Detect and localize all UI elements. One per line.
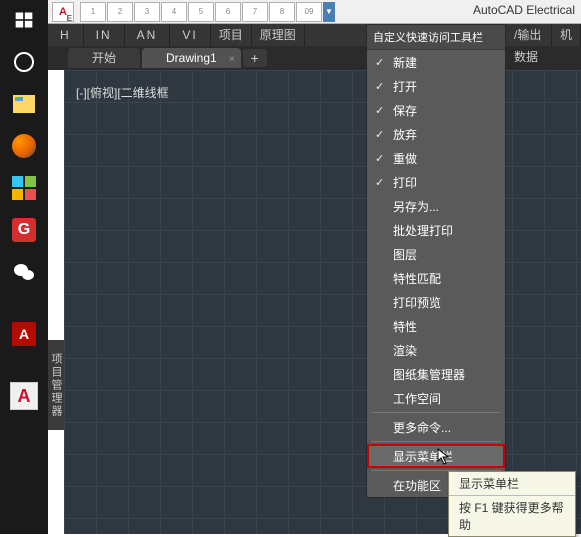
adobe-icon[interactable]: A [10,320,38,348]
tiles-icon[interactable] [10,174,38,202]
cortana-icon[interactable] [10,48,38,76]
ribbon-tab[interactable]: IN [84,24,125,46]
menu-item-matchprop[interactable]: 特性匹配 [367,266,505,290]
wechat-icon[interactable] [10,258,38,286]
ribbon-tabs-right: /输出数据 机 [506,24,581,46]
qat-button[interactable]: 5 [188,2,214,22]
qat-dropdown-icon[interactable]: ▼ [323,2,335,22]
start-icon[interactable] [10,6,38,34]
menu-item-redo[interactable]: ✓重做 [367,146,505,170]
ribbon-tab[interactable]: H [48,24,84,46]
menu-item-workspace[interactable]: 工作空间 [367,386,505,410]
qat-customize-menu: 自定义快速访问工具栏 ✓新建 ✓打开 ✓保存 ✓放弃 ✓重做 ✓打印 另存为..… [366,24,506,498]
menu-item-properties[interactable]: 特性 [367,314,505,338]
ribbon-tab[interactable]: VI [170,24,210,46]
gaaiho-icon[interactable]: G [10,216,38,244]
windows-taskbar: G A A [0,0,48,534]
firefox-icon[interactable] [10,132,38,160]
project-manager-tab[interactable]: 项目管理器 [48,340,64,430]
tab-start[interactable]: 开始 [68,48,140,68]
autocad-taskbar-icon[interactable]: A [10,382,38,410]
menu-item-save[interactable]: ✓保存 [367,98,505,122]
ribbon-tab[interactable]: 机 [552,24,581,46]
menu-item-undo[interactable]: ✓放弃 [367,122,505,146]
menu-item-new[interactable]: ✓新建 [367,50,505,74]
viewport-label[interactable]: [-][俯视][二维线框 [76,84,169,101]
ribbon-tab[interactable]: /输出数据 [506,24,552,46]
menu-item-render[interactable]: 渲染 [367,338,505,362]
new-tab-button[interactable]: + [243,49,267,67]
menu-item-batchplot[interactable]: 批处理打印 [367,218,505,242]
check-icon: ✓ [375,80,384,93]
tooltip: 显示菜单栏 按 F1 键获得更多帮助 [448,471,576,537]
explorer-icon[interactable] [10,90,38,118]
menu-item-layer[interactable]: 图层 [367,242,505,266]
ribbon-tab[interactable]: AN [125,24,171,46]
ribbon-tab[interactable]: 项目 [211,24,252,46]
menu-item-plotpreview[interactable]: 打印预览 [367,290,505,314]
quick-access-toolbar: 1 2 3 4 5 6 7 8 09 ▼ [80,0,335,24]
check-icon: ✓ [375,176,384,189]
menu-item-print[interactable]: ✓打印 [367,170,505,194]
qat-button[interactable]: 8 [269,2,295,22]
ribbon-tab[interactable]: 原理图 [252,24,305,46]
menu-item-show-menubar[interactable]: 显示菜单栏 [367,444,505,468]
menu-separator [371,441,501,442]
check-icon: ✓ [375,104,384,117]
menu-item-open[interactable]: ✓打开 [367,74,505,98]
qat-button[interactable]: 3 [134,2,160,22]
close-icon[interactable]: × [229,50,235,70]
check-icon: ✓ [375,152,384,165]
menu-item-more-commands[interactable]: 更多命令... [367,415,505,439]
qat-button[interactable]: 7 [242,2,268,22]
check-icon: ✓ [375,128,384,141]
menu-title: 自定义快速访问工具栏 [367,25,505,50]
menu-item-saveas[interactable]: 另存为... [367,194,505,218]
app-icon[interactable]: A [52,2,74,22]
tooltip-title: 显示菜单栏 [449,472,575,495]
title-bar: A 1 2 3 4 5 6 7 8 09 ▼ AutoCAD Electrica… [48,0,581,24]
menu-item-sheetset[interactable]: 图纸集管理器 [367,362,505,386]
tab-drawing1[interactable]: Drawing1× [142,48,241,68]
qat-button[interactable]: 6 [215,2,241,22]
tooltip-help: 按 F1 键获得更多帮助 [449,496,575,536]
qat-button[interactable]: 4 [161,2,187,22]
menu-separator [371,412,501,413]
qat-button[interactable]: 09 [296,2,322,22]
check-icon: ✓ [375,56,384,69]
qat-button[interactable]: 2 [107,2,133,22]
app-title: AutoCAD Electrical [473,3,575,17]
qat-button[interactable]: 1 [80,2,106,22]
